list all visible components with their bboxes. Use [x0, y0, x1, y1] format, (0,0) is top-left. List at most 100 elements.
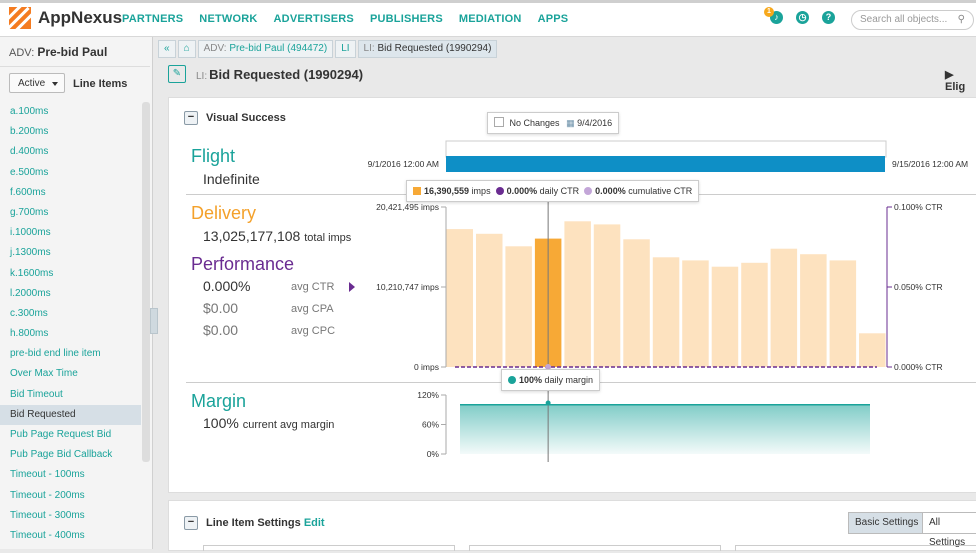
- page-title-prefix: LI:: [196, 70, 208, 82]
- margin-tick-label: 120%: [417, 390, 439, 400]
- help-icon[interactable]: ?: [822, 11, 835, 24]
- calendar-icon: ▦: [566, 118, 575, 128]
- sidebar-advertiser: ADV: Pre-bid Paul: [9, 45, 107, 59]
- collapse-settings-button[interactable]: −: [184, 516, 198, 530]
- sidebar-line-item[interactable]: pre-bid end line item: [0, 344, 141, 364]
- margin-tick-label: 60%: [422, 420, 439, 430]
- hover-tooltip: 16,390,559 imps 0.000% daily CTR 0.000% …: [406, 180, 700, 202]
- flight-start-label: 9/1/2016 12:00 AM: [368, 159, 439, 169]
- app-name: AppNexus: [38, 8, 123, 27]
- bell-icon[interactable]: 1 ♪: [764, 7, 783, 24]
- crumb-cur-prefix: LI:: [363, 43, 375, 54]
- app-logo[interactable]: AppNexus: [9, 7, 122, 29]
- home-icon[interactable]: ⌂: [177, 40, 196, 58]
- sidebar-line-item[interactable]: a.100ms: [0, 102, 141, 122]
- nav-advertisers[interactable]: ADVERTISERS: [274, 13, 354, 25]
- breadcrumb-current: LI: Bid Requested (1990294): [357, 40, 498, 58]
- crumb-cur: Bid Requested (1990294): [377, 43, 492, 54]
- crumb-adv-prefix: ADV:: [203, 43, 227, 54]
- breadcrumb-li[interactable]: LI: [335, 40, 356, 58]
- sidebar-line-item[interactable]: h.800ms: [0, 324, 141, 344]
- breadcrumb: « ⌂ ADV: Pre-bid Paul (494472) LI LI: Bi…: [158, 40, 499, 58]
- appnexus-logo-icon: [9, 7, 31, 29]
- sidebar-line-item[interactable]: Pub Page Bid Callback: [0, 445, 141, 465]
- delivery-bar-9/3: [505, 246, 532, 367]
- play-icon: ▶: [945, 69, 954, 81]
- delivery-bars: [446, 221, 886, 367]
- nav-partners[interactable]: PARTNERS: [122, 13, 183, 25]
- cum-ctr-swatch: [584, 187, 593, 195]
- sidebar-line-item[interactable]: j.1300ms: [0, 243, 141, 263]
- sidebar-line-item[interactable]: Timeout - 200ms: [0, 486, 141, 506]
- sidebar-line-item[interactable]: Timeout - 400ms: [0, 526, 141, 546]
- hover-margin-point: [545, 400, 551, 406]
- margin-swatch: [508, 376, 516, 384]
- delivery-bar-9/11: [741, 262, 768, 367]
- nav-mediation[interactable]: MEDIATION: [459, 13, 522, 25]
- sidebar-line-item[interactable]: Bid Requested: [0, 404, 141, 425]
- sidebar-line-item[interactable]: e.500ms: [0, 163, 141, 183]
- search-input[interactable]: Search all objects... ⚲: [851, 10, 974, 30]
- all-settings-button[interactable]: All Settings: [922, 512, 976, 548]
- eligibility-link[interactable]: ▶ Elig: [945, 68, 976, 93]
- sidebar-line-item[interactable]: Timeout - 100ms: [0, 465, 141, 485]
- settings-edit-link[interactable]: Edit: [304, 517, 325, 529]
- sidebar-line-item[interactable]: Pub Page Request Bid: [0, 425, 141, 445]
- change-history-tooltip[interactable]: No Changes ▦ 9/4/2016: [487, 112, 620, 134]
- sidebar-line-item[interactable]: Timeout - 300ms: [0, 506, 141, 526]
- adv-prefix: ADV:: [9, 47, 35, 59]
- nav-publishers[interactable]: PUBLISHERS: [370, 13, 443, 25]
- settings-card-1: [203, 545, 455, 551]
- tip-daily-ctr: 0.000%: [506, 186, 538, 196]
- tip-imps-unit: imps: [471, 186, 491, 196]
- nav-network[interactable]: NETWORK: [199, 13, 257, 25]
- sidebar-line-item[interactable]: d.400ms: [0, 142, 141, 162]
- page-title-text: Bid Requested (1990294): [209, 66, 364, 82]
- sidebar-line-item[interactable]: l.2000ms: [0, 284, 141, 304]
- sidebar-line-item[interactable]: c.300ms: [0, 304, 141, 324]
- y-tick-label: 0 imps: [414, 362, 439, 372]
- sidebar-line-item[interactable]: i.1000ms: [0, 223, 141, 243]
- settings-title-text: Line Item Settings: [206, 517, 301, 529]
- delivery-bar-9/6: [593, 224, 621, 367]
- search-placeholder: Search all objects...: [860, 14, 948, 25]
- sidebar-scrollbar[interactable]: [142, 102, 150, 462]
- collapse-back-button[interactable]: «: [158, 40, 176, 58]
- sidebar-line-item[interactable]: k.1600ms: [0, 264, 141, 284]
- tip-daily-ctr-label: daily CTR: [539, 186, 580, 196]
- edit-icon[interactable]: ✎: [168, 65, 186, 83]
- delivery-bar-9/9: [682, 260, 709, 367]
- sidebar-line-item[interactable]: Bid Timeout: [0, 385, 141, 405]
- sidebar: ADV: Pre-bid Paul Active Line Items a.10…: [0, 37, 153, 549]
- tip-cum-ctr-label: cumulative CTR: [628, 186, 693, 196]
- sidebar-line-item[interactable]: b.200ms: [0, 122, 141, 142]
- status-dropdown[interactable]: Active: [9, 73, 65, 93]
- page-header: ✎ LI: Bid Requested (1990294): [168, 65, 363, 83]
- delivery-bar-9/10: [711, 266, 739, 367]
- settings-card-2: [469, 545, 721, 551]
- delivery-bar-9/12: [770, 248, 798, 367]
- sidebar-line-item[interactable]: f.600ms: [0, 183, 141, 203]
- sidebar-collapse-handle[interactable]: [150, 308, 158, 334]
- search-icon[interactable]: ⚲: [958, 14, 965, 25]
- visual-success-chart: 9/1/2016 12:00 AM 9/15/2016 12:00 AM 20,…: [368, 140, 968, 462]
- basic-settings-button[interactable]: Basic Settings: [848, 512, 926, 534]
- line-item-list: a.100ms b.200ms d.400ms e.500ms f.600ms g.700…: [0, 102, 141, 546]
- breadcrumb-advertiser[interactable]: ADV: Pre-bid Paul (494472): [197, 40, 334, 58]
- crumb-adv: Pre-bid Paul (494472): [229, 43, 328, 54]
- no-changes-label: No Changes: [509, 118, 560, 128]
- page-title: LI: Bid Requested (1990294): [196, 67, 363, 82]
- change-date: 9/4/2016: [577, 118, 613, 128]
- nav-apps[interactable]: APPS: [538, 13, 569, 25]
- delivery-bar-9/15: [859, 333, 886, 367]
- settings-card-3: [735, 545, 976, 551]
- flight-track: [445, 140, 887, 158]
- tip-margin-label: daily margin: [544, 375, 594, 385]
- sidebar-line-item[interactable]: Over Max Time: [0, 364, 141, 384]
- flight-end-label: 9/15/2016 12:00 AM: [892, 159, 968, 169]
- sidebar-line-item[interactable]: g.700ms: [0, 203, 141, 223]
- delivery-bar-9/5: [564, 221, 591, 367]
- history-icon[interactable]: ◷: [796, 11, 809, 24]
- no-changes-checkbox[interactable]: [494, 117, 504, 127]
- delivery-bar-9/7: [623, 239, 650, 367]
